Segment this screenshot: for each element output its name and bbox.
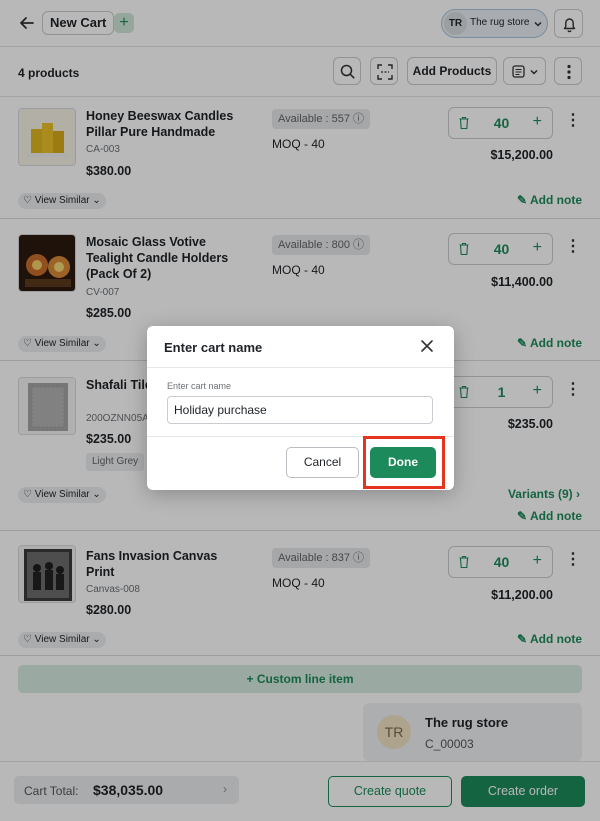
done-button[interactable]: Done — [370, 447, 436, 478]
close-icon[interactable] — [419, 338, 435, 354]
cart-name-label: Enter cart name — [167, 381, 232, 391]
cancel-button[interactable]: Cancel — [286, 447, 359, 478]
divider — [147, 367, 454, 368]
cart-name-dialog: Enter cart name Enter cart name Cancel D… — [147, 326, 454, 490]
dialog-title: Enter cart name — [164, 340, 263, 355]
cart-name-input[interactable] — [167, 396, 433, 424]
